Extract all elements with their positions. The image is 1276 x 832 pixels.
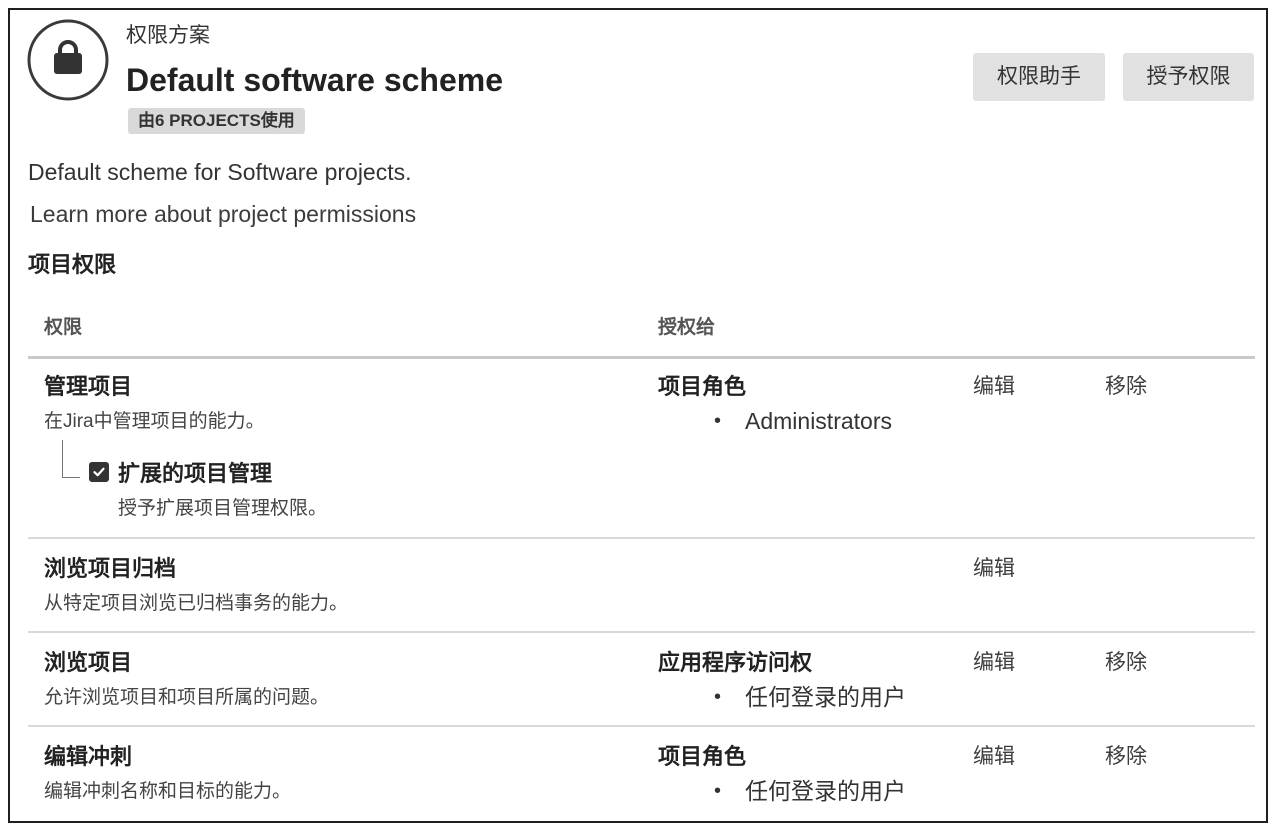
permission-description: 在Jira中管理项目的能力。 bbox=[44, 411, 265, 432]
table-row-edit-sprints: 编辑冲刺 编辑冲刺名称和目标的能力。 项目角色 任何登录的用户 编辑 移除 bbox=[28, 727, 1255, 822]
permission-name: 浏览项目归档 bbox=[44, 556, 177, 581]
extended-project-admin-checkbox[interactable] bbox=[89, 462, 109, 482]
permission-name: 浏览项目 bbox=[44, 650, 133, 675]
grantee-item: 任何登录的用户 bbox=[714, 777, 906, 805]
edit-link[interactable]: 编辑 bbox=[973, 554, 1015, 584]
edit-link[interactable]: 编辑 bbox=[973, 648, 1015, 678]
grant-type: 应用程序访问权 bbox=[658, 650, 813, 675]
grantee-item: Administrators bbox=[714, 407, 892, 435]
page-title: Default software scheme bbox=[126, 62, 504, 98]
sub-permission-description: 授予扩展项目管理权限。 bbox=[118, 498, 328, 519]
table-row-browse-projects: 浏览项目 允许浏览项目和项目所属的问题。 应用程序访问权 任何登录的用户 编辑 … bbox=[28, 633, 1255, 727]
edit-link[interactable]: 编辑 bbox=[973, 372, 1015, 402]
column-header-granted-to: 授权给 bbox=[658, 317, 716, 338]
check-icon bbox=[93, 467, 105, 477]
permission-scheme-page: 权限方案 Default software scheme 由6 PROJECTS… bbox=[0, 0, 1276, 832]
permission-description: 从特定项目浏览已归档事务的能力。 bbox=[44, 593, 349, 614]
grant-permission-button[interactable]: 授予权限 bbox=[1123, 53, 1254, 101]
scheme-description: Default scheme for Software projects. bbox=[28, 159, 412, 185]
lock-icon bbox=[27, 19, 109, 101]
table-row-administer-projects: 管理项目 在Jira中管理项目的能力。 扩展的项目管理 授予扩展项目管理权限。 … bbox=[28, 357, 1255, 539]
permission-description: 编辑冲刺名称和目标的能力。 bbox=[44, 781, 292, 802]
remove-link[interactable]: 移除 bbox=[1105, 648, 1147, 678]
usage-badge: 由6 PROJECTS使用 bbox=[128, 108, 305, 134]
grantee-item: 任何登录的用户 bbox=[714, 683, 906, 711]
grant-type: 项目角色 bbox=[658, 374, 747, 399]
scheme-type-label: 权限方案 bbox=[126, 24, 210, 47]
permission-helper-button[interactable]: 权限助手 bbox=[973, 53, 1105, 101]
column-header-permission: 权限 bbox=[44, 317, 83, 338]
permission-description: 允许浏览项目和项目所属的问题。 bbox=[44, 687, 330, 708]
learn-more-link[interactable]: Learn more about project permissions bbox=[30, 199, 416, 229]
table-row-browse-archive: 浏览项目归档 从特定项目浏览已归档事务的能力。 编辑 bbox=[28, 539, 1255, 633]
grant-type: 项目角色 bbox=[658, 744, 747, 769]
remove-link[interactable]: 移除 bbox=[1105, 742, 1147, 772]
section-title: 项目权限 bbox=[28, 252, 117, 277]
sub-permission-label[interactable]: 扩展的项目管理 bbox=[118, 459, 272, 489]
edit-link[interactable]: 编辑 bbox=[973, 742, 1015, 772]
remove-link[interactable]: 移除 bbox=[1105, 372, 1147, 402]
permission-name: 编辑冲刺 bbox=[44, 744, 133, 769]
tree-connector bbox=[62, 440, 80, 478]
permission-name: 管理项目 bbox=[44, 374, 133, 399]
